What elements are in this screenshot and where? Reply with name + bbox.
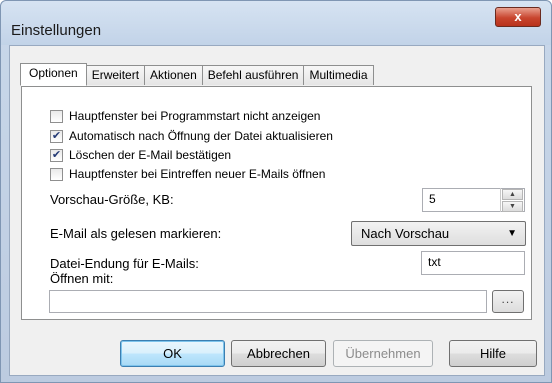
mark-read-label: E-Mail als gelesen markieren:: [50, 226, 222, 241]
hide-main-window-label: Hauptfenster bei Programmstart nicht anz…: [69, 109, 321, 123]
tab-erweitert[interactable]: Erweitert: [85, 65, 146, 85]
checkmark-icon: ✔: [51, 129, 62, 142]
open-with-input[interactable]: [49, 290, 487, 313]
checkbox-row-confirm-delete[interactable]: ✔ Löschen der E-Mail bestätigen: [50, 148, 231, 162]
tab-optionen[interactable]: Optionen: [20, 63, 87, 86]
tab-multimedia[interactable]: Multimedia: [303, 65, 374, 85]
auto-refresh-checkbox[interactable]: ✔: [50, 129, 63, 143]
confirm-delete-label: Löschen der E-Mail bestätigen: [69, 148, 232, 162]
checkbox-row-hide-main-window[interactable]: Hauptfenster bei Programmstart nicht anz…: [50, 109, 320, 123]
tab-aktionen[interactable]: Aktionen: [144, 65, 203, 85]
chevron-down-icon: ▼: [507, 228, 517, 239]
spin-down-icon[interactable]: ▼: [502, 201, 523, 212]
preview-size-label: Vorschau-Größe, KB:: [50, 192, 174, 207]
tab-befehl-ausfuehren[interactable]: Befehl ausführen: [201, 65, 305, 85]
title-bar[interactable]: Einstellungen x: [1, 1, 551, 45]
checkmark-icon: ✔: [51, 148, 62, 161]
open-with-label: Öffnen mit:: [50, 271, 114, 286]
mark-read-select[interactable]: Nach Vorschau ▼: [351, 221, 526, 246]
tab-strip: Optionen Erweitert Aktionen Befehl ausfü…: [20, 63, 374, 86]
auto-refresh-label: Automatisch nach Öffnung der Datei aktua…: [69, 129, 333, 143]
mark-read-value: Nach Vorschau: [361, 226, 450, 241]
hide-main-window-checkbox[interactable]: [50, 109, 63, 123]
open-on-new-mail-label: Hauptfenster bei Eintreffen neuer E-Mail…: [69, 167, 326, 181]
ok-button[interactable]: OK: [120, 340, 225, 367]
window-title: Einstellungen: [11, 22, 102, 39]
apply-button[interactable]: Übernehmen: [333, 340, 433, 367]
spin-up-icon[interactable]: ▲: [502, 189, 523, 200]
extension-input[interactable]: txt: [421, 251, 525, 275]
close-button[interactable]: x: [495, 7, 541, 27]
preview-size-spinner[interactable]: ▲ ▼: [500, 188, 524, 212]
close-icon: x: [514, 9, 522, 24]
extension-label: Datei-Endung für E-Mails:: [50, 256, 199, 271]
cancel-button[interactable]: Abbrechen: [231, 340, 326, 367]
browse-button[interactable]: ...: [492, 290, 524, 313]
checkbox-row-open-on-new-mail[interactable]: Hauptfenster bei Eintreffen neuer E-Mail…: [50, 167, 325, 181]
help-button[interactable]: Hilfe: [449, 340, 537, 367]
open-on-new-mail-checkbox[interactable]: [50, 167, 63, 181]
checkbox-row-auto-refresh[interactable]: ✔ Automatisch nach Öffnung der Datei akt…: [50, 129, 333, 143]
confirm-delete-checkbox[interactable]: ✔: [50, 148, 63, 162]
